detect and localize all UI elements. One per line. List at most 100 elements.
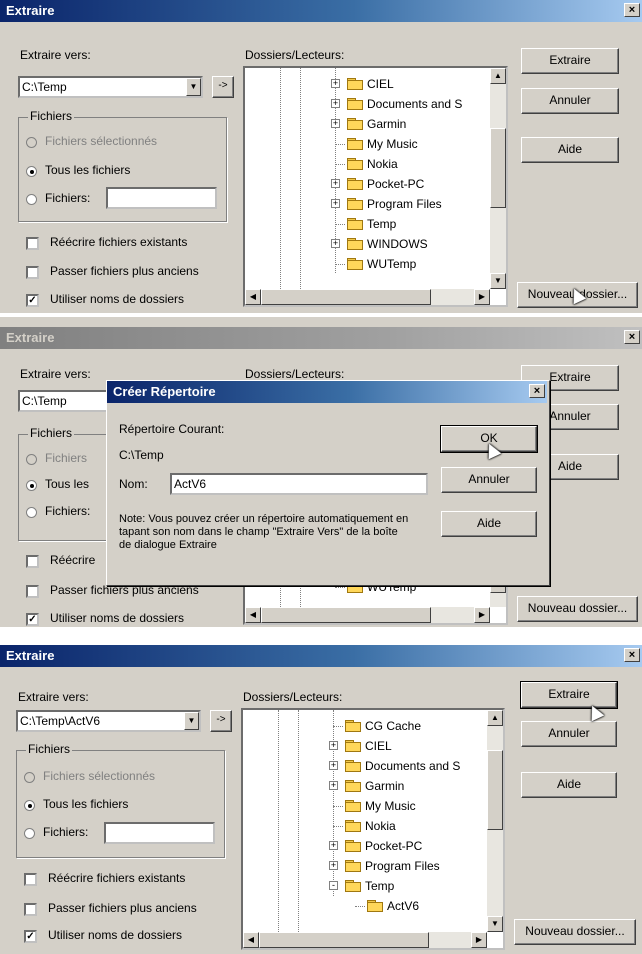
browse-button[interactable]: -> xyxy=(210,710,232,732)
scroll-down-icon[interactable]: ▼ xyxy=(487,916,503,932)
create-directory-dialog: Créer Répertoire × Répertoire Courant: C… xyxy=(106,380,550,586)
cancel-button[interactable]: Annuler xyxy=(441,467,537,493)
plus-box-icon[interactable]: + xyxy=(329,761,338,770)
folders-label: Dossiers/Lecteurs: xyxy=(245,367,345,381)
folders-label: Dossiers/Lecteurs: xyxy=(243,690,343,704)
horizontal-scrollbar[interactable]: ◀ ▶ xyxy=(245,607,490,623)
minus-box-icon[interactable]: - xyxy=(329,881,338,890)
close-icon[interactable]: × xyxy=(624,3,640,17)
checkbox-overwrite[interactable] xyxy=(26,237,39,250)
scroll-thumb-h[interactable] xyxy=(261,607,431,623)
plus-box-icon[interactable]: + xyxy=(329,861,338,870)
window-title: Extraire xyxy=(6,3,55,18)
scroll-left-icon[interactable]: ◀ xyxy=(243,932,259,948)
scroll-thumb-h[interactable] xyxy=(259,932,429,948)
plus-box-icon[interactable]: + xyxy=(331,239,340,248)
folder-icon xyxy=(347,78,363,90)
cancel-button[interactable]: Annuler xyxy=(521,88,619,114)
current-directory-value: C:\Temp xyxy=(119,448,164,462)
extract-to-input[interactable]: C:\Temp xyxy=(18,76,203,98)
files-input[interactable] xyxy=(104,822,215,844)
new-folder-button[interactable]: Nouveau dossier... xyxy=(517,596,638,622)
plus-box-icon[interactable]: + xyxy=(331,199,340,208)
scroll-thumb-h[interactable] xyxy=(261,289,431,305)
name-label: Nom: xyxy=(119,477,148,491)
files-group-title: Fichiers xyxy=(28,109,75,123)
scroll-thumb[interactable] xyxy=(487,750,503,830)
radio-files[interactable] xyxy=(26,507,37,518)
cancel-button[interactable]: Annuler xyxy=(521,721,617,747)
folder-icon xyxy=(345,800,361,812)
extract-dialog-2: Extraire × Extraire vers: C:\Temp Fichie… xyxy=(0,317,642,627)
checkbox-use-folder-names[interactable]: ✓ xyxy=(26,294,39,307)
title-bar[interactable]: Extraire × xyxy=(0,0,642,22)
radio-files[interactable] xyxy=(24,828,35,839)
help-button[interactable]: Aide xyxy=(441,511,537,537)
radio-all-files-label: Tous les fichiers xyxy=(43,797,129,811)
radio-all-files[interactable] xyxy=(26,166,37,177)
close-icon[interactable]: × xyxy=(624,648,640,662)
checkbox-skip-older[interactable] xyxy=(24,903,37,916)
folder-tree[interactable]: + CIEL + Documents and S + Garmin My Music Noki… xyxy=(243,66,508,307)
plus-box-icon[interactable]: + xyxy=(329,781,338,790)
scroll-down-icon[interactable]: ▼ xyxy=(490,273,506,289)
files-input[interactable] xyxy=(106,187,217,209)
dialog-title-bar[interactable]: Créer Répertoire × xyxy=(107,381,547,403)
title-bar[interactable]: Extraire × xyxy=(0,645,642,667)
checkbox-skip-older[interactable] xyxy=(26,266,39,279)
checkbox-use-folder-names[interactable]: ✓ xyxy=(26,613,39,626)
files-group-title: Fichiers xyxy=(28,426,75,440)
radio-selected-files-label: Fichiers xyxy=(45,451,88,465)
vertical-scrollbar[interactable]: ▲ ▼ xyxy=(490,68,506,289)
window-title: Extraire xyxy=(6,648,55,663)
radio-all-files[interactable] xyxy=(24,800,35,811)
folder-icon xyxy=(347,238,363,250)
scroll-thumb[interactable] xyxy=(490,128,506,208)
checkbox-skip-older[interactable] xyxy=(26,585,39,598)
vertical-scrollbar[interactable]: ▲ ▼ xyxy=(487,710,503,932)
close-icon[interactable]: × xyxy=(624,330,640,344)
chevron-down-icon[interactable]: ▼ xyxy=(186,78,201,96)
checkbox-overwrite[interactable] xyxy=(26,555,39,568)
folder-icon xyxy=(345,860,361,872)
help-button[interactable]: Aide xyxy=(521,137,619,163)
name-input[interactable]: ActV6 xyxy=(170,473,428,495)
folder-tree[interactable]: CG Cache + CIEL + Documents and S + Garmin My M… xyxy=(241,708,505,950)
close-icon[interactable]: × xyxy=(529,384,545,398)
help-button[interactable]: Aide xyxy=(521,772,617,798)
scroll-left-icon[interactable]: ◀ xyxy=(245,289,261,305)
radio-selected-files-label: Fichiers sélectionnés xyxy=(45,134,158,148)
scroll-right-icon[interactable]: ▶ xyxy=(474,607,490,623)
plus-box-icon[interactable]: + xyxy=(329,841,338,850)
plus-box-icon[interactable]: + xyxy=(329,741,338,750)
checkbox-overwrite[interactable] xyxy=(24,873,37,886)
radio-files[interactable] xyxy=(26,194,37,205)
new-folder-button[interactable]: Nouveau dossier... xyxy=(514,919,636,945)
checkbox-use-folder-names[interactable]: ✓ xyxy=(24,930,37,943)
scroll-left-icon[interactable]: ◀ xyxy=(245,607,261,623)
extract-to-input[interactable]: C:\Temp\ActV6 xyxy=(16,710,201,732)
scroll-right-icon[interactable]: ▶ xyxy=(474,289,490,305)
checkbox-use-folder-names-label: Utiliser noms de dossiers xyxy=(50,611,185,625)
plus-box-icon[interactable]: + xyxy=(331,99,340,108)
scroll-up-icon[interactable]: ▲ xyxy=(490,68,506,84)
plus-box-icon[interactable]: + xyxy=(331,179,340,188)
extract-button[interactable]: Extraire xyxy=(521,48,619,74)
extract-to-label: Extraire vers: xyxy=(18,690,89,704)
scroll-right-icon[interactable]: ▶ xyxy=(471,932,487,948)
radio-selected-files xyxy=(24,772,35,783)
plus-box-icon[interactable]: + xyxy=(331,119,340,128)
scroll-up-icon[interactable]: ▲ xyxy=(487,710,503,726)
browse-button[interactable]: -> xyxy=(212,76,234,98)
extract-to-input[interactable]: C:\Temp xyxy=(18,390,118,412)
chevron-down-icon[interactable]: ▼ xyxy=(184,712,199,730)
horizontal-scrollbar[interactable]: ◀ ▶ xyxy=(245,289,490,305)
radio-all-files[interactable] xyxy=(26,480,37,491)
horizontal-scrollbar[interactable]: ◀ ▶ xyxy=(243,932,487,948)
title-bar[interactable]: Extraire × xyxy=(0,327,642,349)
extract-dialog-3: Extraire × Extraire vers: C:\Temp\ActV6 … xyxy=(0,645,642,954)
extract-button[interactable]: Extraire xyxy=(520,681,618,709)
plus-box-icon[interactable]: + xyxy=(331,79,340,88)
folder-icon xyxy=(345,740,361,752)
folder-icon xyxy=(347,138,363,150)
